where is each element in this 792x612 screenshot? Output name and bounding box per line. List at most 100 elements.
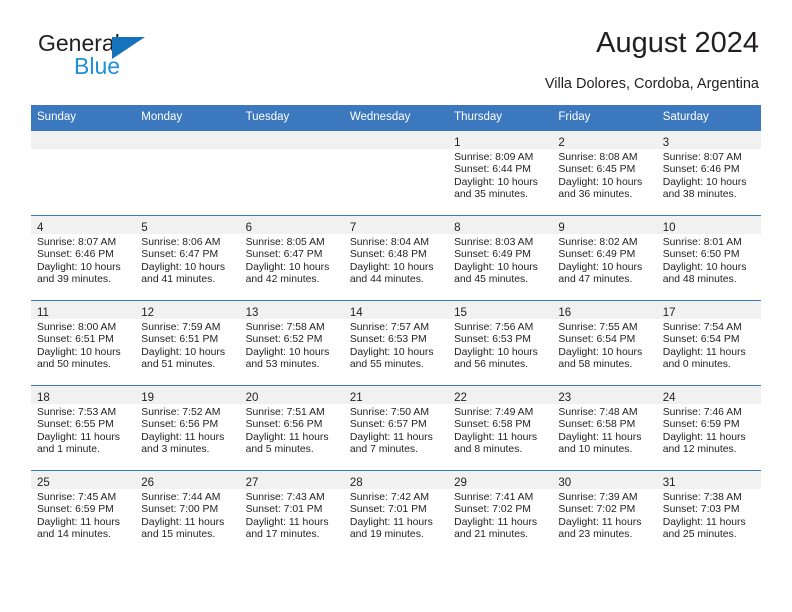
calendar-day-cell[interactable]: 3 Sunrise: 8:07 AM Sunset: 6:46 PM Daylight… <box>656 130 761 216</box>
calendar-day-cell[interactable]: 9 Sunrise: 8:02 AM Sunset: 6:49 PM Daylight… <box>552 215 657 301</box>
calendar-day-cell[interactable]: 26 Sunrise: 7:44 AM Sunset: 7:00 PM Dayligh… <box>135 470 240 555</box>
daylight-text-line1: Daylight: 10 hours <box>245 346 330 358</box>
daylight-text-line1: Daylight: 11 hours <box>141 516 225 528</box>
sunset-text: Sunset: 6:46 PM <box>37 249 114 261</box>
sunset-text: Sunset: 6:44 PM <box>454 164 531 176</box>
day-cell-inner: 5 Sunrise: 8:06 AM Sunset: 6:47 PM Daylight… <box>135 216 240 300</box>
day-number-band: 18 <box>31 386 136 404</box>
calendar-day-cell[interactable]: 29 Sunrise: 7:41 AM Sunset: 7:02 PM Dayligh… <box>448 470 553 555</box>
calendar-day-cell[interactable]: 6 Sunrise: 8:05 AM Sunset: 6:47 PM Daylight… <box>239 215 344 301</box>
calendar-day-cell[interactable]: 7 Sunrise: 8:04 AM Sunset: 6:48 PM Daylight… <box>343 215 449 301</box>
daylight-text-line1: Daylight: 10 hours <box>662 176 747 188</box>
calendar-day-cell[interactable]: 15 Sunrise: 7:56 AM Sunset: 6:53 PM Dayligh… <box>448 300 553 386</box>
sunset-text: Sunset: 6:46 PM <box>662 164 740 176</box>
day-details: Sunrise: 7:39 AM Sunset: 7:02 PM Daylight:… <box>552 489 656 541</box>
sunrise-text: Sunrise: 7:56 AM <box>454 322 534 333</box>
day-details: Sunrise: 7:56 AM Sunset: 6:53 PM Daylight:… <box>448 319 552 371</box>
sunrise-text: Sunrise: 7:42 AM <box>349 492 429 503</box>
sunrise-text: Sunrise: 8:02 AM <box>558 237 638 248</box>
calendar-day-cell[interactable]: 27 Sunrise: 7:43 AM Sunset: 7:01 PM Dayligh… <box>239 470 344 555</box>
day-number-band: 15 <box>448 301 553 319</box>
daylight-text-line2: and 55 minutes. <box>349 358 424 370</box>
calendar-day-cell[interactable]: 4 Sunrise: 8:07 AM Sunset: 6:46 PM Daylight… <box>31 215 136 301</box>
day-cell-inner: 1 Sunrise: 8:09 AM Sunset: 6:44 PM Daylight… <box>448 131 553 215</box>
calendar-day-cell[interactable]: 21 Sunrise: 7:50 AM Sunset: 6:57 PM Dayligh… <box>343 385 449 471</box>
day-number: 28 <box>349 477 363 489</box>
calendar-day-cell[interactable]: 14 Sunrise: 7:57 AM Sunset: 6:53 PM Dayligh… <box>343 300 449 386</box>
daylight-text-line2: and 45 minutes. <box>454 273 529 285</box>
day-cell-inner: 29 Sunrise: 7:41 AM Sunset: 7:02 PM Dayligh… <box>448 471 553 555</box>
day-cell-inner: 27 Sunrise: 7:43 AM Sunset: 7:01 PM Dayligh… <box>239 471 344 555</box>
day-details: Sunrise: 7:55 AM Sunset: 6:54 PM Daylight:… <box>552 319 656 371</box>
day-number: 19 <box>141 392 155 404</box>
day-cell-inner: 21 Sunrise: 7:50 AM Sunset: 6:57 PM Dayligh… <box>343 386 449 470</box>
daylight-text-line1: Daylight: 10 hours <box>558 176 643 188</box>
calendar-day-cell[interactable]: 22 Sunrise: 7:49 AM Sunset: 6:58 PM Dayligh… <box>448 385 553 471</box>
sunrise-text: Sunrise: 8:07 AM <box>37 237 117 248</box>
daylight-text-line1: Daylight: 11 hours <box>662 346 746 358</box>
day-details: Sunrise: 8:08 AM Sunset: 6:45 PM Daylight:… <box>552 149 656 201</box>
daylight-text-line2: and 41 minutes. <box>141 273 216 285</box>
day-number: 12 <box>141 307 155 319</box>
calendar-day-cell[interactable]: 1 Sunrise: 8:09 AM Sunset: 6:44 PM Daylight… <box>448 130 553 216</box>
day-cell-inner: 18 Sunrise: 7:53 AM Sunset: 6:55 PM Dayligh… <box>31 386 136 470</box>
calendar-week-row: 11 Sunrise: 8:00 AM Sunset: 6:51 PM Dayligh… <box>31 300 761 386</box>
daylight-text-line1: Daylight: 10 hours <box>141 261 226 273</box>
calendar-day-cell <box>31 130 136 216</box>
sunset-text: Sunset: 6:47 PM <box>245 249 323 261</box>
calendar-day-cell[interactable]: 11 Sunrise: 8:00 AM Sunset: 6:51 PM Dayligh… <box>31 300 136 386</box>
day-details: Sunrise: 8:07 AM Sunset: 6:46 PM Daylight:… <box>657 149 761 201</box>
brand-name-bottom: Blue <box>74 53 121 79</box>
calendar-day-cell[interactable]: 18 Sunrise: 7:53 AM Sunset: 6:55 PM Dayligh… <box>31 385 136 471</box>
calendar-day-cell[interactable]: 2 Sunrise: 8:08 AM Sunset: 6:45 PM Daylight… <box>552 130 657 216</box>
daylight-text-line1: Daylight: 10 hours <box>349 346 434 358</box>
calendar-day-cell[interactable]: 19 Sunrise: 7:52 AM Sunset: 6:56 PM Dayligh… <box>135 385 240 471</box>
daylight-text-line1: Daylight: 11 hours <box>349 431 433 443</box>
weekday-header-wednesday: Wednesday <box>343 105 449 131</box>
day-number-band: 4 <box>31 216 136 234</box>
triangle-icon <box>112 37 145 59</box>
calendar-day-cell[interactable]: 30 Sunrise: 7:39 AM Sunset: 7:02 PM Dayligh… <box>552 470 657 555</box>
daylight-text-line2: and 56 minutes. <box>454 358 529 370</box>
day-number: 26 <box>141 477 155 489</box>
calendar-day-cell[interactable]: 10 Sunrise: 8:01 AM Sunset: 6:50 PM Dayligh… <box>656 215 761 301</box>
calendar-day-cell[interactable]: 12 Sunrise: 7:59 AM Sunset: 6:51 PM Dayligh… <box>135 300 240 386</box>
calendar-day-cell[interactable]: 16 Sunrise: 7:55 AM Sunset: 6:54 PM Dayligh… <box>552 300 657 386</box>
calendar-day-cell[interactable]: 24 Sunrise: 7:46 AM Sunset: 6:59 PM Dayligh… <box>656 385 761 471</box>
day-number-band: 10 <box>656 216 761 234</box>
sunset-text: Sunset: 6:49 PM <box>454 249 531 261</box>
day-cell-inner: 6 Sunrise: 8:05 AM Sunset: 6:47 PM Daylight… <box>239 216 344 300</box>
sunrise-text: Sunrise: 7:48 AM <box>558 407 638 418</box>
day-number: 15 <box>454 307 467 319</box>
calendar-day-cell[interactable]: 13 Sunrise: 7:58 AM Sunset: 6:52 PM Dayligh… <box>239 300 344 386</box>
daylight-text-line1: Daylight: 11 hours <box>454 431 538 443</box>
day-details: Sunrise: 8:03 AM Sunset: 6:49 PM Daylight:… <box>448 234 552 286</box>
daylight-text-line2: and 1 minute. <box>37 443 100 455</box>
brand-logo[interactable]: General Blue <box>38 32 145 79</box>
calendar-week-row: 1 Sunrise: 8:09 AM Sunset: 6:44 PM Daylight… <box>31 130 761 216</box>
calendar-day-cell[interactable]: 28 Sunrise: 7:42 AM Sunset: 7:01 PM Dayligh… <box>343 470 449 555</box>
day-cell-inner: 12 Sunrise: 7:59 AM Sunset: 6:51 PM Dayligh… <box>135 301 240 385</box>
sunset-text: Sunset: 7:02 PM <box>558 504 636 516</box>
sunset-text: Sunset: 6:56 PM <box>245 419 323 431</box>
calendar-day-cell[interactable]: 25 Sunrise: 7:45 AM Sunset: 6:59 PM Dayligh… <box>31 470 136 555</box>
calendar-day-cell[interactable]: 5 Sunrise: 8:06 AM Sunset: 6:47 PM Daylight… <box>135 215 240 301</box>
day-number: 1 <box>454 137 461 149</box>
calendar-day-cell[interactable]: 31 Sunrise: 7:38 AM Sunset: 7:03 PM Dayligh… <box>656 470 761 555</box>
day-number-band: 13 <box>239 301 344 319</box>
calendar-day-cell[interactable]: 8 Sunrise: 8:03 AM Sunset: 6:49 PM Daylight… <box>448 215 553 301</box>
day-number: 25 <box>37 477 50 489</box>
daylight-text-line2: and 0 minutes. <box>662 358 731 370</box>
day-number: 3 <box>662 137 670 149</box>
day-number: 29 <box>454 477 467 489</box>
calendar-day-cell[interactable]: 17 Sunrise: 7:54 AM Sunset: 6:54 PM Dayligh… <box>656 300 761 386</box>
day-number: 16 <box>558 307 572 319</box>
day-number-band: 16 <box>552 301 657 319</box>
day-number-band: 7 <box>343 216 449 234</box>
sunrise-text: Sunrise: 7:46 AM <box>662 407 742 418</box>
daylight-text-line1: Daylight: 10 hours <box>662 261 747 273</box>
day-number-band: 12 <box>135 301 240 319</box>
calendar-day-cell[interactable]: 23 Sunrise: 7:48 AM Sunset: 6:58 PM Dayligh… <box>552 385 657 471</box>
calendar-day-cell[interactable]: 20 Sunrise: 7:51 AM Sunset: 6:56 PM Dayligh… <box>239 385 344 471</box>
day-number: 14 <box>349 307 363 319</box>
